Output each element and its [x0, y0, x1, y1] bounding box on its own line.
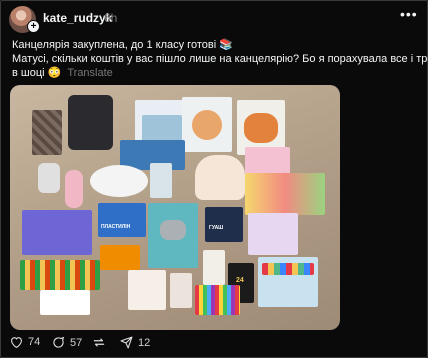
heart-icon [11, 337, 22, 348]
share-icon [120, 336, 133, 349]
username[interactable]: kate_rudzyk [43, 11, 112, 25]
more-options-icon[interactable]: ••• [400, 6, 418, 22]
sticker-sheet [128, 270, 166, 310]
cat-face [160, 220, 186, 240]
comment-icon [53, 336, 65, 348]
plasticine-box: ПЛАСТИЛІН [98, 203, 146, 237]
repost-button[interactable] [92, 336, 111, 349]
gouache-label: ГУАШ [209, 225, 224, 231]
ghost-pillow [195, 155, 245, 200]
princess-folder [248, 213, 298, 255]
repost-icon [93, 338, 105, 347]
like-count: 74 [28, 336, 41, 348]
notebook-balloon-art [192, 110, 222, 140]
pink-bottle [65, 170, 83, 208]
caption-line-3: в шоці 😳 Translate [12, 66, 417, 80]
comment-button[interactable]: 57 [52, 336, 82, 349]
share-count: 12 [138, 336, 151, 349]
pencil-cup [32, 110, 62, 155]
translate-link[interactable]: Translate [67, 67, 112, 79]
comment-count: 57 [70, 336, 83, 349]
scissors-pack [150, 163, 172, 198]
pencil-case [68, 95, 113, 150]
caption-line-3-text: в шоці 😳 [12, 67, 62, 79]
soap-dish [38, 163, 60, 193]
diary-book [203, 250, 225, 285]
pencils-bundle [195, 285, 240, 315]
pens-pack [100, 245, 140, 270]
markers-stripe [262, 263, 314, 275]
colored-paper [245, 173, 325, 215]
plasticine-label: ПЛАСТИЛІН [101, 224, 131, 230]
post-time: 6h [104, 11, 118, 25]
purple-folder [22, 210, 92, 255]
caption-line-2: Матусі, скільки коштів у вас пішло лише … [12, 53, 428, 65]
caption-line-1: Канцелярія закуплена, до 1 класу готові … [12, 39, 233, 51]
post-photo[interactable]: ПЛАСТИЛІН ГУАШ 24 [10, 85, 340, 330]
pencil-count-label: 24 [236, 277, 244, 284]
like-button[interactable]: 74 [10, 336, 40, 348]
post-caption: Канцелярія закуплена, до 1 класу готові … [12, 38, 428, 80]
follow-plus-icon[interactable]: + [27, 20, 40, 33]
glue-and-sticks [20, 260, 100, 290]
paint-palette [90, 165, 148, 197]
gouache-box: ГУАШ [205, 207, 243, 242]
notebook-lion-art [244, 113, 278, 143]
eraser-set [40, 290, 90, 315]
action-bar: 74 57 12 [0, 336, 428, 356]
small-book [170, 273, 192, 308]
share-button[interactable]: 12 [120, 336, 150, 349]
